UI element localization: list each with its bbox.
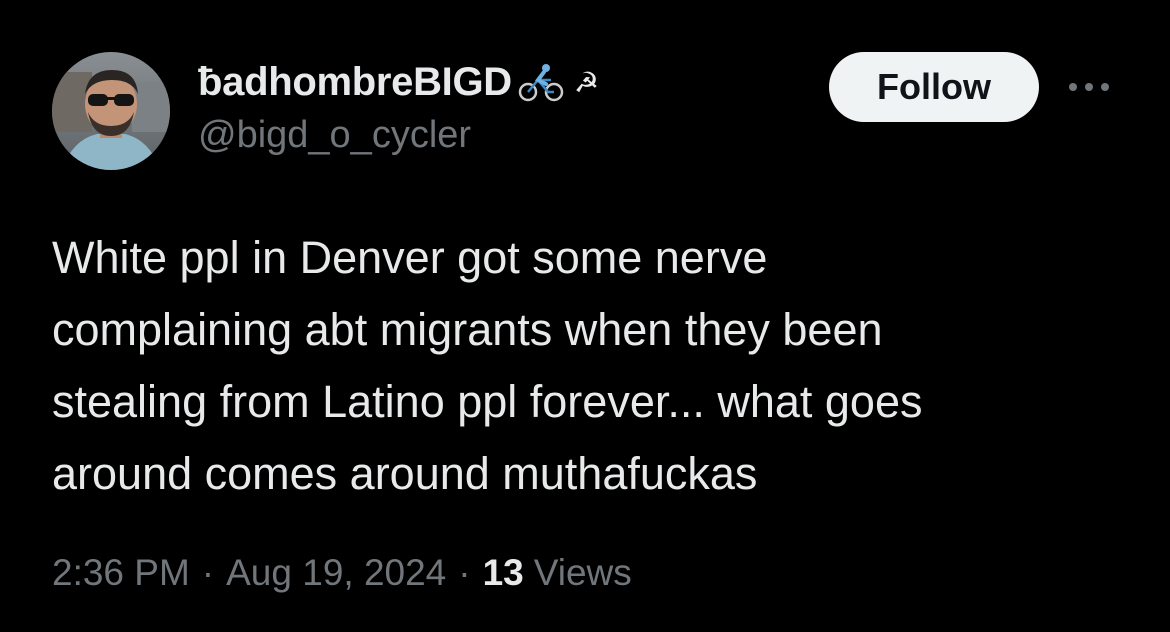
tweet-time[interactable]: 2:36 PM [52,552,190,594]
meta-separator: · [458,552,471,593]
tweet-meta: 2:36 PM · Aug 19, 2024 · 13 Views [52,552,632,594]
hammer-sickle-glyph: ☭ [573,65,600,99]
tweet-card: ƀadhombreBIGD ☭ @bigd_o_cycler Follow Wh… [0,0,1170,632]
display-name-row: ƀadhombreBIGD ☭ [198,56,599,108]
views-label: Views [533,552,632,593]
meta-separator: · [201,552,215,593]
views-count: 13 [482,552,524,593]
author-handle[interactable]: @bigd_o_cycler [198,114,599,157]
author-names: ƀadhombreBIGD ☭ @bigd_o_cycler [198,56,599,157]
tweet-date[interactable]: Aug 19, 2024 [226,552,446,594]
avatar[interactable] [52,52,170,170]
display-name[interactable]: ƀadhombreBIGD [198,60,512,105]
tweet-text: White ppl in Denver got some nerve compl… [52,232,923,499]
more-dots-icon [1069,83,1109,91]
follow-button[interactable]: Follow [829,52,1039,122]
biker-emoji-icon [518,62,564,102]
avatar-photo [52,52,170,170]
hammer-sickle-icon: ☭ [574,66,599,99]
more-options-button[interactable] [1064,72,1114,102]
